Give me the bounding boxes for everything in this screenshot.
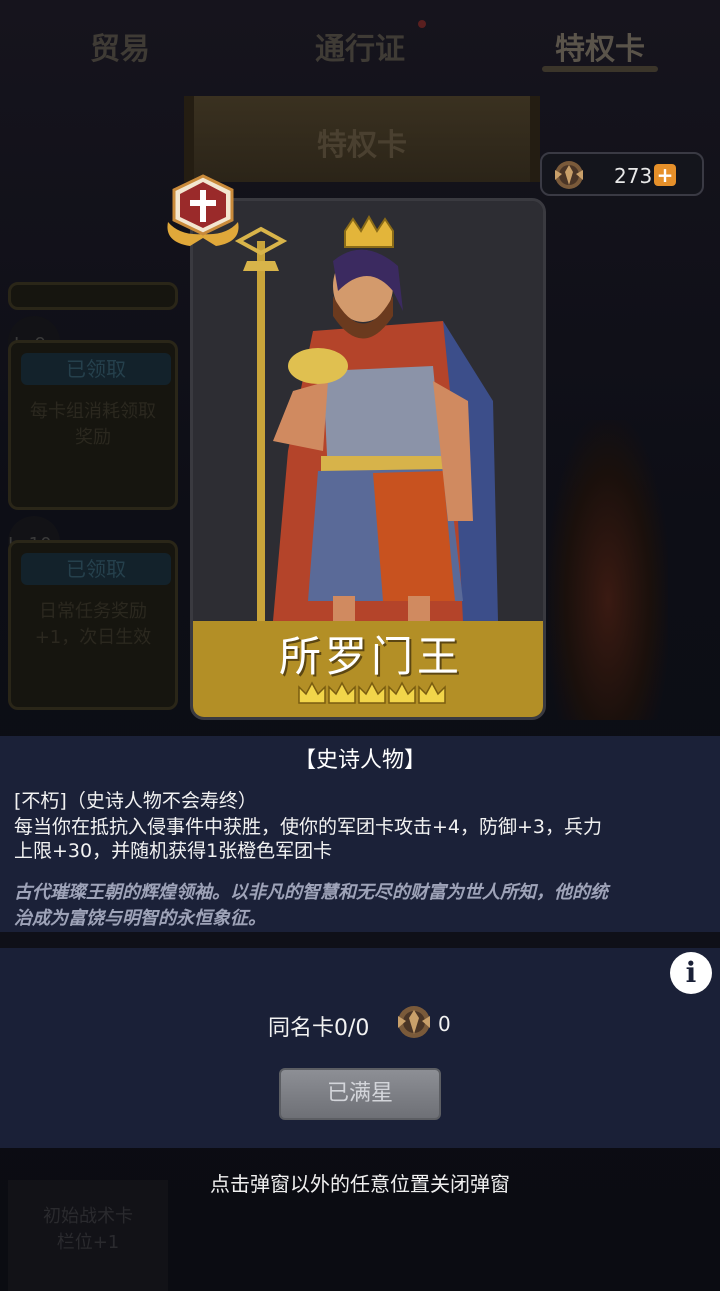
bg-bottom-text: 栏位+1 xyxy=(56,1232,120,1253)
bg-reward-text: 每卡组消耗领取奖励 xyxy=(30,401,156,448)
bg-reward-text: 日常任务奖励+1，次日生效 xyxy=(34,601,152,648)
duplicate-coin-count: 0 xyxy=(438,1012,451,1036)
lore-line: 治成为富饶与明智的永恒象征。 xyxy=(14,908,266,929)
lore-line: 古代璀璨王朝的辉煌领袖。以非凡的智慧和无尽的财富为世人所知，他的统 xyxy=(14,882,608,903)
bg-character-silhouette xyxy=(548,420,668,720)
bg-bottom-text: 初始战术卡 xyxy=(43,1206,133,1227)
crown-icon xyxy=(418,681,446,704)
epic-rank-badge-icon xyxy=(167,174,239,246)
bg-claimed-badge: 已领取 xyxy=(21,553,171,585)
duplicate-card-label: 同名卡0/0 xyxy=(268,1016,370,1041)
banner-title: 特权卡 xyxy=(317,128,407,163)
top-tabs: 贸易 通行证 特权卡 xyxy=(0,0,720,92)
star-crown-rating xyxy=(298,681,446,704)
currency-display: 273 + xyxy=(540,152,704,196)
trait-line: [不朽]（史诗人物不会寿终） xyxy=(14,790,257,812)
character-rarity-label: 【史诗人物】 xyxy=(293,748,426,773)
crown-icon xyxy=(388,681,416,704)
max-star-button[interactable]: 已满星 xyxy=(279,1068,441,1120)
tab-trade[interactable]: 贸易 xyxy=(0,24,240,68)
crest-coin-icon xyxy=(555,161,583,189)
section-banner: 特权卡 xyxy=(184,96,540,182)
ability-line: 每当你在抵抗入侵事件中获胜，使你的军团卡攻击+4，防御+3，兵力 xyxy=(14,816,603,838)
crown-icon xyxy=(298,681,326,704)
currency-value: 273 xyxy=(614,164,653,188)
ability-line: 上限+30，并随机获得1张橙色军团卡 xyxy=(14,840,333,862)
panel-divider xyxy=(0,932,720,948)
bg-claimed-badge: 已领取 xyxy=(21,353,171,385)
bg-reward-card: 已领取 每卡组消耗领取奖励 xyxy=(8,340,178,510)
crown-icon xyxy=(358,681,386,704)
character-card: 所罗门王 xyxy=(190,198,546,720)
character-name: 所罗门王 xyxy=(278,632,463,681)
bg-reward-card: 已领取 日常任务奖励+1，次日生效 xyxy=(8,540,178,710)
notification-dot xyxy=(418,20,426,28)
info-icon[interactable]: i xyxy=(670,952,712,994)
bg-card-top xyxy=(8,282,178,310)
tab-privilege-card[interactable]: 特权卡 xyxy=(480,24,720,68)
king-solomon-portrait xyxy=(193,201,543,621)
add-currency-button[interactable]: + xyxy=(654,164,676,186)
active-tab-underline xyxy=(542,66,658,72)
bg-bottom-card: 初始战术卡 栏位+1 xyxy=(8,1180,168,1291)
crest-coin-icon xyxy=(398,1006,430,1038)
crown-icon xyxy=(328,681,356,704)
tab-pass[interactable]: 通行证 xyxy=(240,24,480,68)
